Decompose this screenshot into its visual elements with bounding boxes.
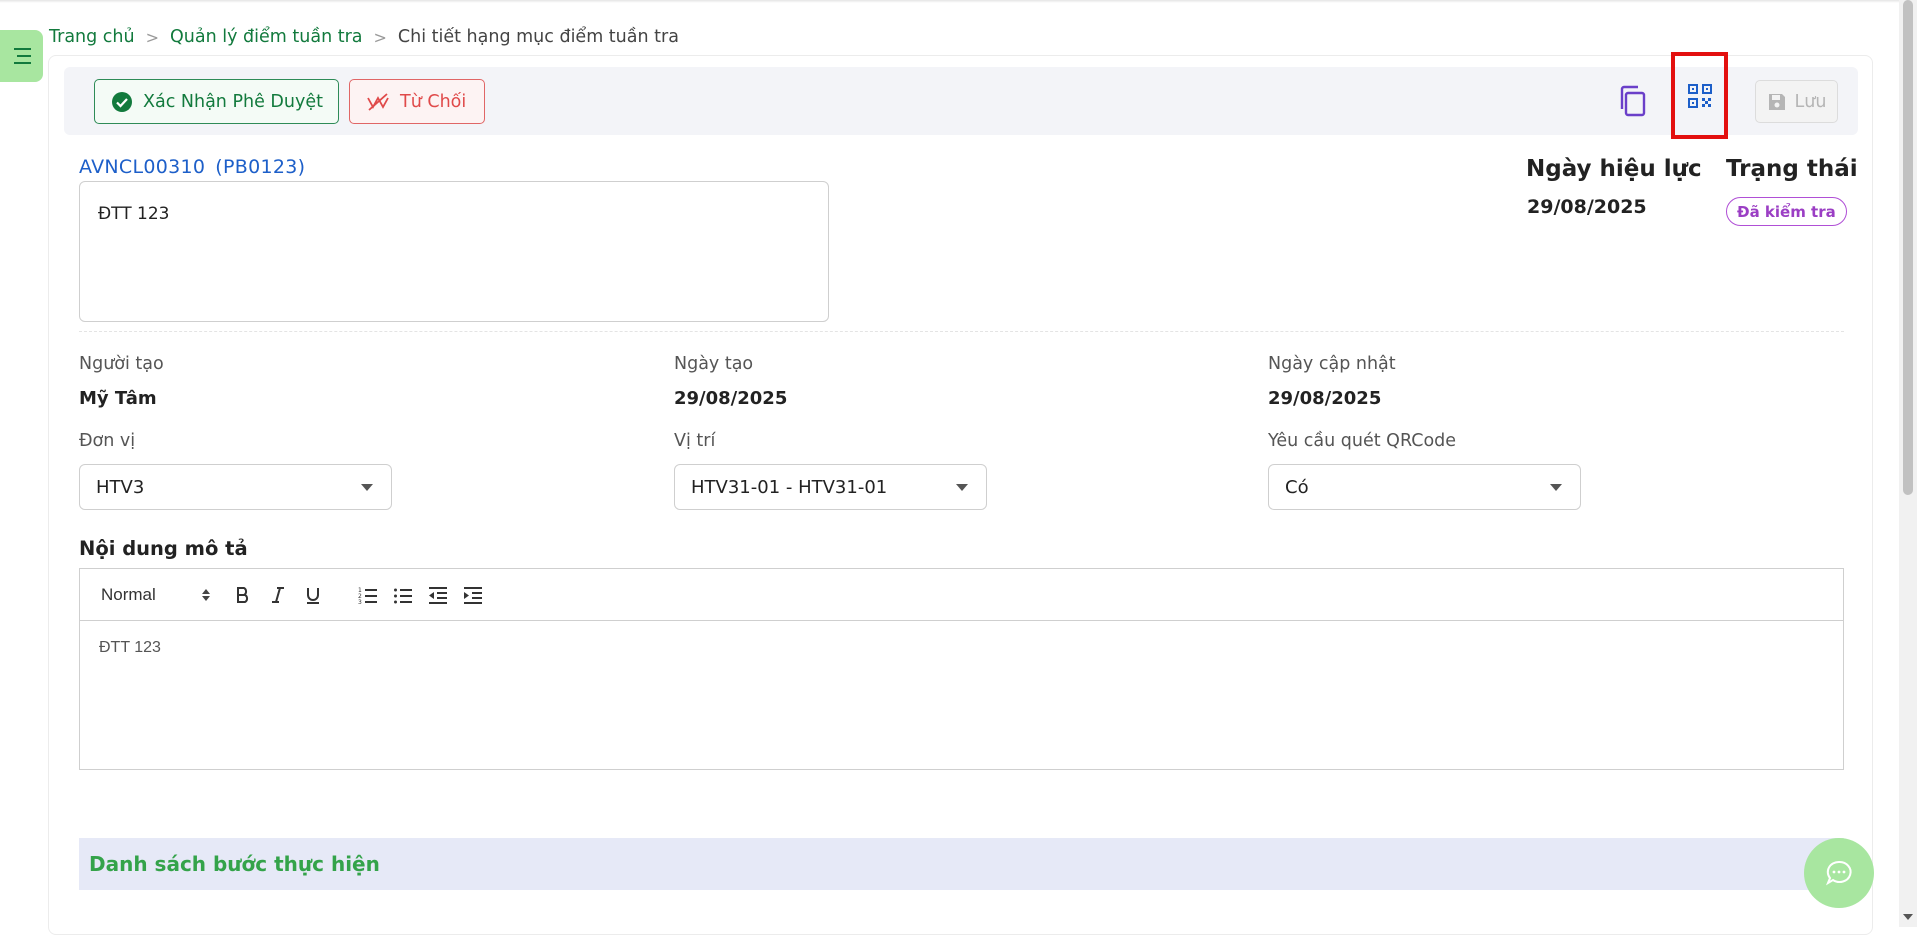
copy-icon bbox=[1620, 85, 1646, 117]
outdent-icon bbox=[429, 586, 447, 604]
breadcrumb-separator: > bbox=[145, 27, 160, 47]
description-title: Nội dung mô tả bbox=[79, 537, 248, 560]
chat-bubble-icon bbox=[1825, 860, 1852, 886]
unit-select-value: HTV3 bbox=[96, 476, 145, 498]
qr-required-select-value: Có bbox=[1285, 476, 1309, 498]
svg-text:3: 3 bbox=[358, 599, 362, 604]
caret-down-icon bbox=[956, 484, 968, 491]
hamburger-icon bbox=[13, 48, 31, 64]
record-code: AVNCL00310 (PB0123) bbox=[79, 156, 305, 178]
unit-select[interactable]: HTV3 bbox=[79, 464, 392, 510]
creator-label: Người tạo bbox=[79, 354, 164, 374]
copy-button[interactable] bbox=[1617, 84, 1649, 118]
approve-button-label: Xác Nhận Phê Duyệt bbox=[143, 91, 323, 112]
indent-button[interactable] bbox=[461, 583, 485, 607]
editor-toolbar: Normal 123 bbox=[80, 569, 1843, 621]
created-date-value: 29/08/2025 bbox=[674, 388, 788, 409]
qr-required-select[interactable]: Có bbox=[1268, 464, 1581, 510]
location-select-value: HTV31-01 - HTV31-01 bbox=[691, 476, 888, 498]
reject-button-label: Từ Chối bbox=[400, 91, 467, 112]
ordered-list-icon: 123 bbox=[358, 587, 377, 604]
qr-required-label: Yêu cầu quét QRCode bbox=[1268, 431, 1457, 451]
reject-icon bbox=[367, 92, 389, 111]
qr-code-button[interactable] bbox=[1671, 52, 1728, 139]
updated-date-value: 29/08/2025 bbox=[1268, 388, 1382, 409]
created-date-label: Ngày tạo bbox=[674, 354, 754, 374]
save-button[interactable]: Lưu bbox=[1755, 80, 1838, 123]
breadcrumb-home[interactable]: Trang chủ bbox=[49, 27, 135, 47]
caret-down-icon bbox=[361, 484, 373, 491]
record-name-field[interactable]: ĐTT 123 bbox=[79, 181, 829, 322]
editor-content[interactable]: ĐTT 123 bbox=[80, 621, 1843, 675]
effective-date-label: Ngày hiệu lực bbox=[1526, 156, 1702, 182]
steps-section-title: Danh sách bước thực hiện bbox=[89, 852, 380, 876]
updated-date-label: Ngày cập nhật bbox=[1268, 354, 1396, 374]
breadcrumb-section[interactable]: Quản lý điểm tuần tra bbox=[170, 27, 362, 47]
underline-icon bbox=[307, 587, 319, 604]
scrollbar-thumb[interactable] bbox=[1903, 0, 1913, 495]
record-code-value: AVNCL00310 bbox=[79, 156, 206, 178]
status-label: Trạng thái bbox=[1726, 156, 1858, 182]
bullet-list-icon bbox=[394, 588, 412, 603]
scroll-down-arrow-icon[interactable] bbox=[1903, 914, 1913, 920]
section-divider bbox=[79, 331, 1844, 332]
check-circle-icon bbox=[112, 91, 132, 112]
save-button-label: Lưu bbox=[1794, 91, 1827, 112]
record-subcode: (PB0123) bbox=[215, 156, 306, 178]
caret-down-icon bbox=[1550, 484, 1562, 491]
location-label: Vị trí bbox=[674, 431, 716, 451]
approve-button[interactable]: Xác Nhận Phê Duyệt bbox=[94, 79, 339, 124]
breadcrumb: Trang chủ > Quản lý điểm tuần tra > Chi … bbox=[49, 27, 679, 47]
heading-format-select[interactable]: Normal bbox=[101, 585, 211, 605]
unit-label: Đơn vị bbox=[79, 431, 136, 451]
chat-button[interactable] bbox=[1804, 838, 1874, 908]
ordered-list-button[interactable]: 123 bbox=[356, 583, 380, 607]
rich-text-editor: Normal 123 ĐTT 123 bbox=[79, 568, 1844, 770]
location-select[interactable]: HTV31-01 - HTV31-01 bbox=[674, 464, 987, 510]
steps-section-header[interactable]: Danh sách bước thực hiện bbox=[79, 838, 1844, 890]
outdent-button[interactable] bbox=[426, 583, 450, 607]
effective-date-value: 29/08/2025 bbox=[1527, 196, 1647, 218]
bold-button[interactable] bbox=[231, 583, 255, 607]
status-badge: Đã kiểm tra bbox=[1726, 197, 1847, 226]
breadcrumb-separator: > bbox=[373, 27, 387, 47]
top-shadow bbox=[0, 0, 1900, 3]
heading-format-value: Normal bbox=[101, 584, 156, 604]
bold-icon bbox=[237, 586, 249, 603]
underline-button[interactable] bbox=[301, 583, 325, 607]
italic-button[interactable] bbox=[266, 583, 290, 607]
sort-arrows-icon bbox=[202, 588, 210, 601]
indent-icon bbox=[464, 586, 482, 604]
bullet-list-button[interactable] bbox=[391, 583, 415, 607]
reject-button[interactable]: Từ Chối bbox=[349, 79, 485, 124]
menu-toggle-button[interactable] bbox=[0, 30, 43, 82]
italic-icon bbox=[272, 586, 284, 603]
qr-code-icon bbox=[1687, 83, 1712, 108]
breadcrumb-current: Chi tiết hạng mục điểm tuần tra bbox=[397, 27, 679, 47]
save-icon bbox=[1768, 93, 1785, 110]
creator-value: Mỹ Tâm bbox=[79, 388, 157, 409]
